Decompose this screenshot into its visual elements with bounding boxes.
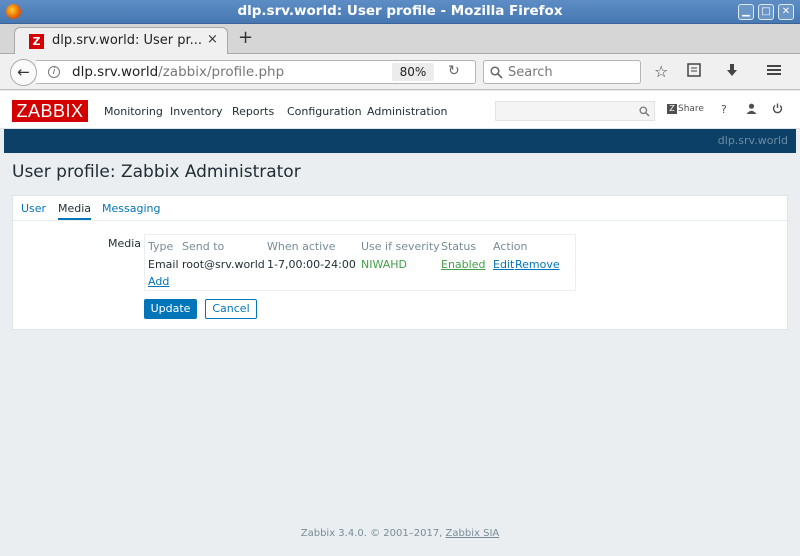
media-severity-cell: NIWAHD [361, 258, 408, 271]
menu-administration[interactable]: Administration [367, 105, 448, 118]
zabbix-header: ZABBIX Monitoring Inventory Reports Conf… [0, 91, 800, 129]
user-profile-icon[interactable] [746, 103, 757, 117]
tab-title: dlp.srv.world: User pr... [52, 33, 203, 48]
share-link[interactable]: Z Share [667, 104, 704, 114]
search-icon [490, 63, 503, 83]
menu-icon[interactable] [766, 62, 782, 82]
menu-reports[interactable]: Reports [232, 105, 274, 118]
info-icon[interactable]: i [48, 66, 60, 78]
tab-messaging[interactable]: Messaging [102, 202, 160, 215]
tab-user[interactable]: User [21, 202, 46, 215]
cancel-button[interactable]: Cancel [205, 299, 257, 319]
close-window-button[interactable]: ✕ [778, 4, 794, 20]
page-footer: Zabbix 3.4.0. © 2001–2017, Zabbix SIA [0, 528, 800, 539]
profile-form-card: User Media Messaging Media Type Send to … [12, 195, 788, 330]
column-header-when-active: When active [267, 240, 336, 253]
reload-icon[interactable]: ↻ [448, 63, 460, 79]
url-bar[interactable]: i dlp.srv.world/zabbix/profile.php 80% ↻ [36, 60, 476, 84]
window-titlebar: dlp.srv.world: User profile - Mozilla Fi… [0, 0, 800, 24]
footer-copyright: Zabbix 3.4.0. © 2001–2017, [300, 528, 443, 539]
help-icon[interactable]: ? [721, 103, 727, 116]
menu-monitoring[interactable]: Monitoring [104, 105, 163, 118]
reading-list-icon[interactable] [686, 62, 702, 82]
sign-out-icon[interactable] [772, 103, 783, 117]
column-header-type: Type [148, 240, 174, 253]
search-placeholder: Search [508, 65, 553, 80]
back-arrow-icon: ← [17, 63, 30, 81]
zabbix-share-icon: Z [667, 104, 677, 114]
media-send-to-cell: root@srv.world [182, 258, 265, 271]
url-text[interactable]: dlp.srv.world/zabbix/profile.php [72, 64, 284, 80]
browser-tab[interactable]: Z dlp.srv.world: User pr... × [14, 27, 228, 55]
tab-media[interactable]: Media [58, 202, 92, 220]
page-title: User profile: Zabbix Administrator [12, 162, 301, 182]
profile-tabs: User Media Messaging [13, 196, 787, 221]
maximize-button[interactable]: □ [758, 4, 774, 20]
navigation-toolbar: i dlp.srv.world/zabbix/profile.php 80% ↻… [0, 54, 800, 90]
search-bar[interactable]: Search [483, 60, 641, 84]
media-when-active-cell: 1-7,00:00-24:00 [267, 258, 356, 271]
new-tab-button[interactable]: + [238, 27, 253, 48]
minimize-button[interactable]: ▁ [738, 4, 754, 20]
tab-close-button[interactable]: × [207, 32, 218, 47]
media-remove-link[interactable]: Remove [515, 258, 560, 271]
menu-configuration[interactable]: Configuration [287, 105, 362, 118]
column-header-status: Status [441, 240, 477, 253]
media-table: Type Send to When active Use if severity… [144, 234, 576, 291]
media-status-link[interactable]: Enabled [441, 258, 485, 271]
share-label: Share [678, 104, 704, 114]
update-button[interactable]: Update [144, 299, 197, 319]
url-host: dlp.srv.world [72, 64, 159, 80]
download-icon[interactable] [724, 62, 740, 82]
url-path: /zabbix/profile.php [158, 64, 285, 80]
search-icon[interactable] [639, 104, 650, 120]
global-search-input[interactable] [495, 101, 655, 121]
column-header-severity: Use if severity [361, 240, 440, 253]
menu-inventory[interactable]: Inventory [170, 105, 223, 118]
window-title: dlp.srv.world: User profile - Mozilla Fi… [237, 3, 563, 19]
media-type-cell: Email [148, 258, 179, 271]
zabbix-favicon-icon: Z [29, 34, 44, 49]
column-header-send-to: Send to [182, 240, 225, 253]
zabbix-logo[interactable]: ZABBIX [12, 100, 88, 122]
star-icon[interactable]: ☆ [654, 62, 668, 81]
column-header-action: Action [493, 240, 528, 253]
server-name: dlp.srv.world [717, 134, 788, 147]
tab-strip: Z dlp.srv.world: User pr... × + [0, 24, 800, 55]
media-label: Media [108, 237, 142, 250]
back-button[interactable]: ← [10, 59, 37, 86]
zoom-level[interactable]: 80% [392, 63, 434, 81]
server-bar: dlp.srv.world [4, 129, 796, 153]
media-edit-link[interactable]: Edit [493, 258, 514, 271]
zabbix-sia-link[interactable]: Zabbix SIA [446, 528, 500, 539]
add-media-link[interactable]: Add [148, 275, 169, 288]
